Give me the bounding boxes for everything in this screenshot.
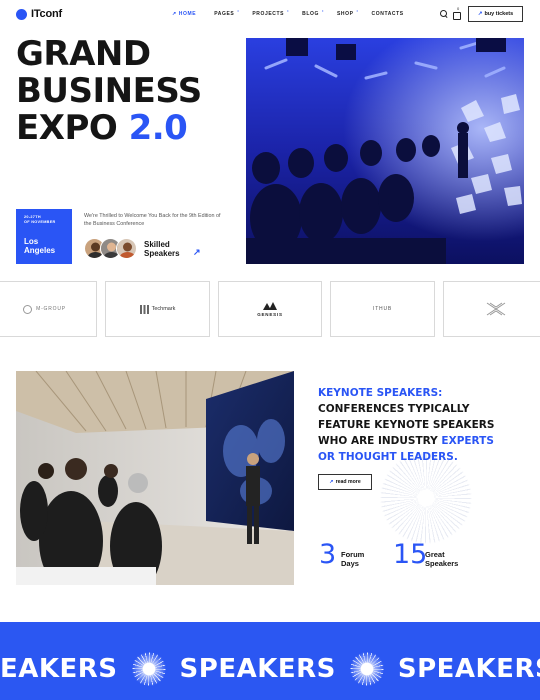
nav-item-label: PROJECTS: [252, 11, 285, 17]
nav-item-home[interactable]: HOME: [172, 11, 196, 17]
partner-name: GENESIS: [257, 311, 283, 317]
genesis-logo-icon: [263, 301, 277, 310]
keynote-heading-line: KEYNOTE SPEAKERS:: [318, 387, 443, 399]
nav-item-label: SHOP: [336, 11, 354, 17]
nav-item-projects[interactable]: PROJECTS •: [252, 8, 288, 17]
stat-label-line: Speakers: [425, 558, 459, 568]
partner-logo-mgroup[interactable]: M-GROUP: [0, 281, 97, 337]
sparkle-icon: [131, 652, 166, 686]
read-more-button[interactable]: ↗ read more: [318, 474, 372, 490]
mgroup-logo-icon: [23, 304, 33, 314]
keynote-heading-line: CONFERENCES TYPICALLY: [318, 403, 470, 415]
search-icon[interactable]: [439, 9, 449, 19]
stat-forum-days-label: Forum Days: [341, 550, 364, 568]
techmark-logo-icon: [139, 304, 149, 314]
buy-tickets-button[interactable]: ↗ buy tickets: [468, 6, 523, 22]
cart-count-badge: 0: [457, 6, 460, 11]
skilled-line: Speakers: [144, 249, 180, 258]
site-header: ITconf HOME PAGES• PROJECTS• BLOG• SHOP•…: [0, 0, 540, 30]
sparkle-icon: [349, 652, 384, 686]
stat-speakers-label: Great Speakers: [425, 550, 459, 568]
partner-logo-genesis[interactable]: GENESIS: [218, 281, 322, 337]
logo-mark-icon: [16, 8, 27, 20]
partner-logo-ithub[interactable]: ITHUB: [330, 281, 435, 337]
marquee-word: EAKERS: [0, 654, 118, 684]
stat-label-line: Days: [341, 558, 359, 568]
nav-item-label: BLOG: [302, 11, 319, 17]
arrow-up-right-icon: ↗: [477, 11, 483, 17]
stat-forum-days-value: 3: [319, 539, 337, 570]
logo[interactable]: ITconf: [16, 8, 62, 20]
conference-hall-image: [246, 38, 524, 264]
event-city: Los Angeles: [24, 237, 56, 255]
nav-item-shop[interactable]: SHOP •: [336, 8, 358, 17]
speaker-avatars: [84, 238, 137, 259]
keynote-heading-accent: EXPERTS: [441, 435, 494, 447]
stat-speakers-value: 15: [393, 539, 428, 570]
hero-title-line: GRAND: [16, 34, 151, 74]
skilled-speakers-label[interactable]: Skilled Speakers: [144, 240, 180, 258]
welcome-text: We're Thrilled to Welcome You Back for t…: [84, 213, 221, 227]
main-nav: HOME PAGES• PROJECTS• BLOG• SHOP• CONTAC…: [172, 8, 422, 17]
marquee-word: SPEAKERS: [179, 654, 336, 684]
avatar: [116, 238, 137, 259]
keynote-heading-part: WHO ARE INDUSTRY: [318, 435, 438, 447]
nav-dropdown-dot-icon: •: [237, 8, 240, 13]
arrow-up-right-icon: ↗: [329, 479, 334, 485]
hero-title: GRAND BUSINESS EXPO 2.0: [16, 36, 236, 147]
skilled-line: Skilled: [144, 240, 170, 249]
arrow-up-right-icon[interactable]: ↗: [193, 247, 201, 258]
marquee-word: SPEAKERS: [397, 654, 540, 684]
logo-text: ITconf: [31, 8, 62, 20]
nav-dropdown-dot-icon: •: [287, 8, 290, 13]
keynote-hall-image: [16, 371, 294, 585]
keynote-heading-line: FEATURE KEYNOTE SPEAKERS: [318, 419, 495, 431]
nav-dropdown-dot-icon: •: [321, 8, 324, 13]
buy-tickets-label: buy tickets: [484, 11, 514, 17]
decorative-burst-icon: [380, 452, 472, 544]
read-more-label: read more: [335, 479, 361, 485]
keynote-photo: [16, 371, 294, 585]
hero-conference-photo: [246, 38, 524, 264]
hero-title-version: 2.0: [128, 108, 188, 148]
x-mark-logo-icon: [486, 302, 505, 316]
partner-logo-x[interactable]: [443, 281, 540, 337]
nav-item-contacts[interactable]: CONTACTS: [372, 11, 404, 17]
hero-title-line: BUSINESS: [16, 71, 202, 111]
nav-dropdown-dot-icon: •: [356, 8, 359, 13]
keynote-heading-line: OR THOUGHT LEADERS.: [318, 451, 458, 463]
event-date-box: 20-27th of November Los Angeles: [16, 209, 72, 264]
speakers-marquee: EAKERS SPEAKERS SPEAKERS: [0, 622, 540, 700]
hero-title-word: EXPO: [16, 108, 118, 148]
partner-logo-techmark[interactable]: Techmark: [105, 281, 210, 337]
nav-item-blog[interactable]: BLOG •: [302, 8, 323, 17]
partner-name: M-GROUP: [36, 306, 66, 312]
hero-title-line: EXPO 2.0: [16, 110, 236, 147]
date-month: of November: [24, 220, 56, 224]
nav-item-pages[interactable]: PAGES •: [214, 8, 239, 17]
keynote-heading: KEYNOTE SPEAKERS: CONFERENCES TYPICALLY …: [318, 385, 518, 465]
marquee-row: EAKERS SPEAKERS SPEAKERS: [0, 652, 540, 686]
partner-name: ITHUB: [373, 306, 392, 312]
partner-name: Techmark: [151, 306, 176, 312]
keynote-heading-line: WHO ARE INDUSTRY EXPERTS: [318, 433, 518, 449]
nav-item-label: PAGES: [214, 11, 235, 17]
